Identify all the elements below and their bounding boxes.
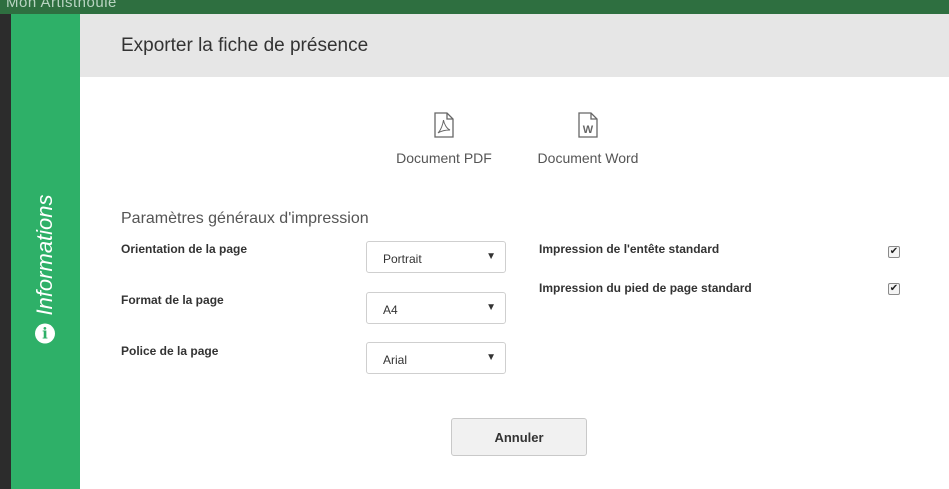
dialog-title: Exporter la fiche de présence bbox=[121, 35, 369, 56]
dialog-header: Exporter la fiche de présence bbox=[80, 14, 949, 77]
word-document-icon: W bbox=[578, 112, 598, 138]
background-app-bar: Mon Artisthoule bbox=[0, 0, 949, 14]
orientation-select[interactable]: Portrait ▼ bbox=[366, 241, 506, 273]
export-word-label: Document Word bbox=[537, 150, 639, 166]
export-pdf-label: Document PDF bbox=[396, 150, 492, 166]
caret-down-icon: ▼ bbox=[486, 302, 496, 313]
export-word-option[interactable]: W Document Word bbox=[528, 112, 648, 166]
format-label: Format de la page bbox=[121, 293, 224, 307]
background-left-panel bbox=[0, 14, 11, 489]
word-icon-letter: W bbox=[583, 124, 594, 136]
section-title: Paramètres généraux d'impression bbox=[121, 210, 369, 227]
background-app-title: Mon Artisthoule bbox=[6, 0, 117, 11]
side-tab-content: i Informations bbox=[32, 194, 58, 344]
font-select[interactable]: Arial ▼ bbox=[366, 342, 506, 374]
pdf-document-icon bbox=[434, 112, 454, 138]
informations-side-tab[interactable]: i Informations bbox=[11, 14, 80, 489]
header-print-checkbox[interactable]: ✔ bbox=[888, 246, 900, 258]
font-value: Arial bbox=[383, 353, 408, 367]
header-print-label: Impression de l'entête standard bbox=[539, 242, 720, 256]
footer-print-label: Impression du pied de page standard bbox=[539, 281, 752, 295]
font-label: Police de la page bbox=[121, 344, 219, 358]
caret-down-icon: ▼ bbox=[486, 352, 496, 363]
export-pdf-option[interactable]: Document PDF bbox=[384, 112, 504, 166]
caret-down-icon: ▼ bbox=[486, 251, 496, 262]
format-value: A4 bbox=[383, 303, 398, 317]
export-dialog: Exporter la fiche de présence Document P… bbox=[80, 14, 949, 489]
info-icon: i bbox=[35, 323, 55, 344]
orientation-label: Orientation de la page bbox=[121, 242, 248, 256]
side-tab-label: Informations bbox=[32, 194, 57, 316]
footer-print-checkbox[interactable]: ✔ bbox=[888, 283, 900, 295]
cancel-button[interactable]: Annuler bbox=[451, 418, 587, 456]
format-select[interactable]: A4 ▼ bbox=[366, 292, 506, 324]
orientation-value: Portrait bbox=[383, 252, 422, 266]
